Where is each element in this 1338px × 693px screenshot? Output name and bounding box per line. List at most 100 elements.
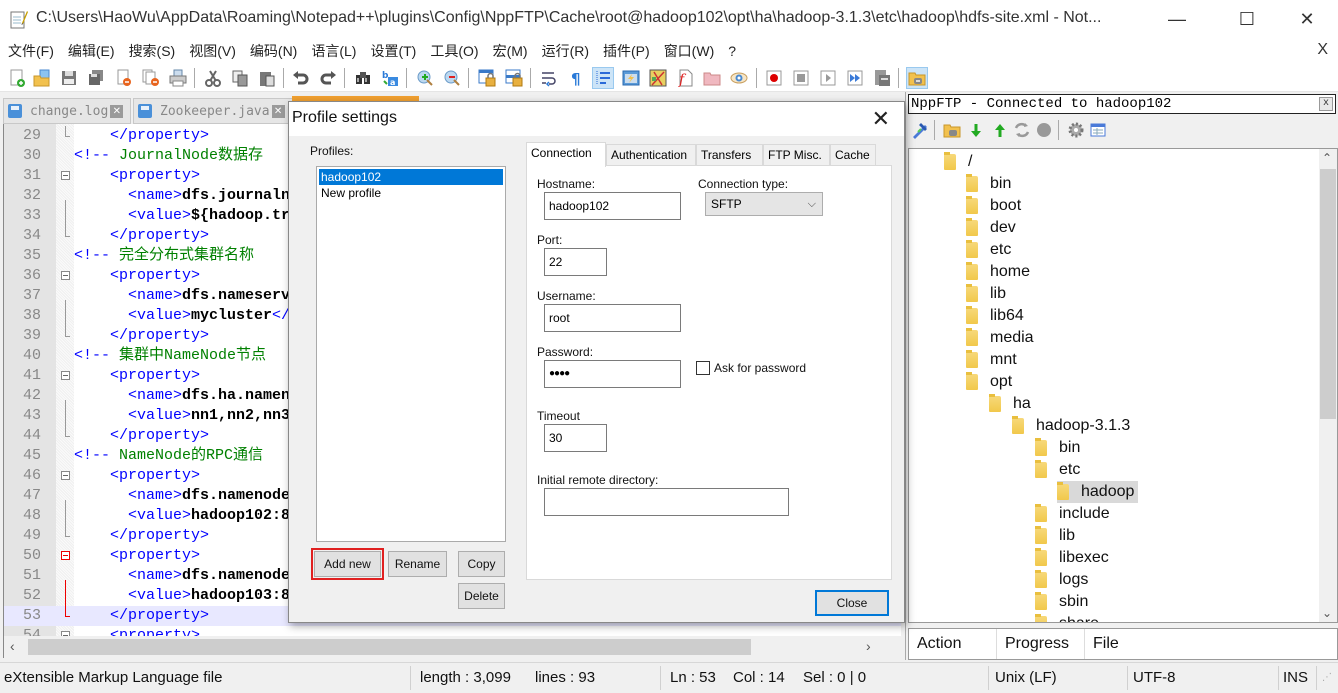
folder-as-workspace-icon[interactable] <box>701 67 723 89</box>
close-panel-button[interactable]: x <box>1319 97 1333 111</box>
tree-node[interactable]: sbin <box>1035 591 1088 613</box>
close-tab-icon[interactable]: ✕ <box>271 104 285 118</box>
resize-grip-icon[interactable]: ⋰ <box>1322 663 1332 693</box>
close-tab-icon[interactable]: ✕ <box>110 104 124 118</box>
replace-icon[interactable]: ba <box>379 67 401 89</box>
settings-icon[interactable] <box>1066 120 1086 140</box>
copy-icon[interactable] <box>229 67 251 89</box>
tree-node[interactable]: bin <box>1035 437 1080 459</box>
tree-node[interactable]: opt <box>966 371 1012 393</box>
zoom-out-icon[interactable] <box>441 67 463 89</box>
scroll-down-icon[interactable]: ⌄ <box>1322 606 1332 620</box>
fold-toggle-icon[interactable] <box>61 551 70 560</box>
delete-button[interactable]: Delete <box>458 583 505 609</box>
open-directory-icon[interactable] <box>942 120 962 140</box>
scroll-up-icon[interactable]: ⌃ <box>1322 151 1332 165</box>
status-eol[interactable]: Unix (LF) <box>995 663 1057 693</box>
tree-node[interactable]: dev <box>966 217 1016 239</box>
profiles-list[interactable]: hadoop102 New profile <box>316 166 506 542</box>
tab-change-log[interactable]: change.log ✕ <box>3 98 131 124</box>
tree-node[interactable]: libexec <box>1035 547 1109 569</box>
remote-file-tree[interactable]: / bin boot dev etc home lib lib64 media mnt opt ha h… <box>908 148 1338 623</box>
sync-horizontal-icon[interactable] <box>503 67 525 89</box>
cut-icon[interactable] <box>202 67 224 89</box>
editor-horizontal-scrollbar[interactable]: ‹ › <box>3 636 901 658</box>
print-icon[interactable] <box>167 67 189 89</box>
save-all-icon[interactable] <box>85 67 107 89</box>
password-input[interactable]: ●●●● <box>544 360 681 388</box>
profile-item-new-profile[interactable]: New profile <box>319 185 503 201</box>
tree-node[interactable]: ha <box>989 393 1031 415</box>
tree-node[interactable]: media <box>966 327 1034 349</box>
tab-transfers[interactable]: Transfers <box>696 144 763 166</box>
scrollbar-thumb[interactable] <box>1320 169 1336 419</box>
save-macro-icon[interactable] <box>871 67 893 89</box>
show-all-chars-icon[interactable]: ¶ <box>565 67 587 89</box>
menu-plugins[interactable]: 插件(P) <box>603 41 650 61</box>
menu-help[interactable]: ? <box>728 43 736 59</box>
editor-line[interactable]: 54 <property> <box>4 626 901 636</box>
copy-button[interactable]: Copy <box>458 551 505 577</box>
run-macro-multiple-icon[interactable] <box>844 67 866 89</box>
status-encoding[interactable]: UTF-8 <box>1133 663 1176 693</box>
hostname-input[interactable]: hadoop102 <box>544 192 681 220</box>
scroll-right-icon[interactable]: › <box>866 638 871 654</box>
fold-toggle-icon[interactable] <box>61 271 70 280</box>
menu-view[interactable]: 视图(V) <box>189 41 236 61</box>
menu-tools[interactable]: 工具(O) <box>430 41 478 61</box>
tree-node[interactable]: lib <box>1035 525 1075 547</box>
stop-record-icon[interactable] <box>790 67 812 89</box>
queue-header-file[interactable]: File <box>1085 629 1338 659</box>
menu-macro[interactable]: 宏(M) <box>493 41 528 61</box>
ask-password-checkbox[interactable] <box>696 361 710 375</box>
paste-icon[interactable] <box>256 67 278 89</box>
queue-header-progress[interactable]: Progress <box>997 629 1085 659</box>
queue-header-action[interactable]: Action <box>909 629 997 659</box>
upload-icon[interactable] <box>990 120 1010 140</box>
tree-node[interactable]: hadoop <box>1057 481 1139 503</box>
initial-directory-input[interactable] <box>544 488 789 516</box>
close-button[interactable]: Close <box>815 590 889 616</box>
tree-node[interactable]: boot <box>966 195 1021 217</box>
save-icon[interactable] <box>58 67 80 89</box>
refresh-icon[interactable] <box>1012 120 1032 140</box>
word-wrap-icon[interactable] <box>538 67 560 89</box>
menu-encoding[interactable]: 编码(N) <box>250 41 297 61</box>
abort-icon[interactable] <box>1034 120 1054 140</box>
document-map-icon[interactable] <box>647 67 669 89</box>
menu-file[interactable]: 文件(F) <box>8 41 54 61</box>
timeout-input[interactable]: 30 <box>544 424 607 452</box>
tree-node[interactable]: lib <box>966 283 1006 305</box>
monitoring-icon[interactable] <box>728 67 750 89</box>
udl-icon[interactable] <box>620 67 642 89</box>
tree-node[interactable]: etc <box>1035 459 1080 481</box>
open-file-icon[interactable] <box>31 67 53 89</box>
fold-toggle-icon[interactable] <box>61 471 70 480</box>
record-macro-icon[interactable] <box>763 67 785 89</box>
fold-toggle-icon[interactable] <box>61 371 70 380</box>
close-icon[interactable] <box>113 67 135 89</box>
maximize-button[interactable]: ☐ <box>1224 0 1270 38</box>
tree-node[interactable]: home <box>966 261 1030 283</box>
tree-node[interactable]: share <box>1035 613 1099 622</box>
menu-settings[interactable]: 设置(T) <box>370 41 416 61</box>
find-icon[interactable] <box>352 67 374 89</box>
port-input[interactable]: 22 <box>544 248 607 276</box>
tree-node[interactable]: etc <box>966 239 1011 261</box>
tree-node[interactable]: hadoop-3.1.3 <box>1012 415 1130 437</box>
tree-node[interactable]: logs <box>1035 569 1088 591</box>
indent-guide-icon[interactable] <box>592 67 614 89</box>
tree-node[interactable]: / <box>944 151 972 173</box>
fold-toggle-icon[interactable] <box>61 171 70 180</box>
redo-icon[interactable] <box>317 67 339 89</box>
menu-search[interactable]: 搜索(S) <box>129 41 176 61</box>
tab-ftp-misc[interactable]: FTP Misc. <box>763 144 830 166</box>
username-input[interactable]: root <box>544 304 681 332</box>
download-icon[interactable] <box>966 120 986 140</box>
tab-cache[interactable]: Cache <box>830 144 876 166</box>
scrollbar-thumb[interactable] <box>28 639 751 655</box>
ask-password-label[interactable]: Ask for password <box>714 361 806 375</box>
undo-icon[interactable] <box>290 67 312 89</box>
tree-node[interactable]: mnt <box>966 349 1017 371</box>
close-all-icon[interactable] <box>140 67 162 89</box>
